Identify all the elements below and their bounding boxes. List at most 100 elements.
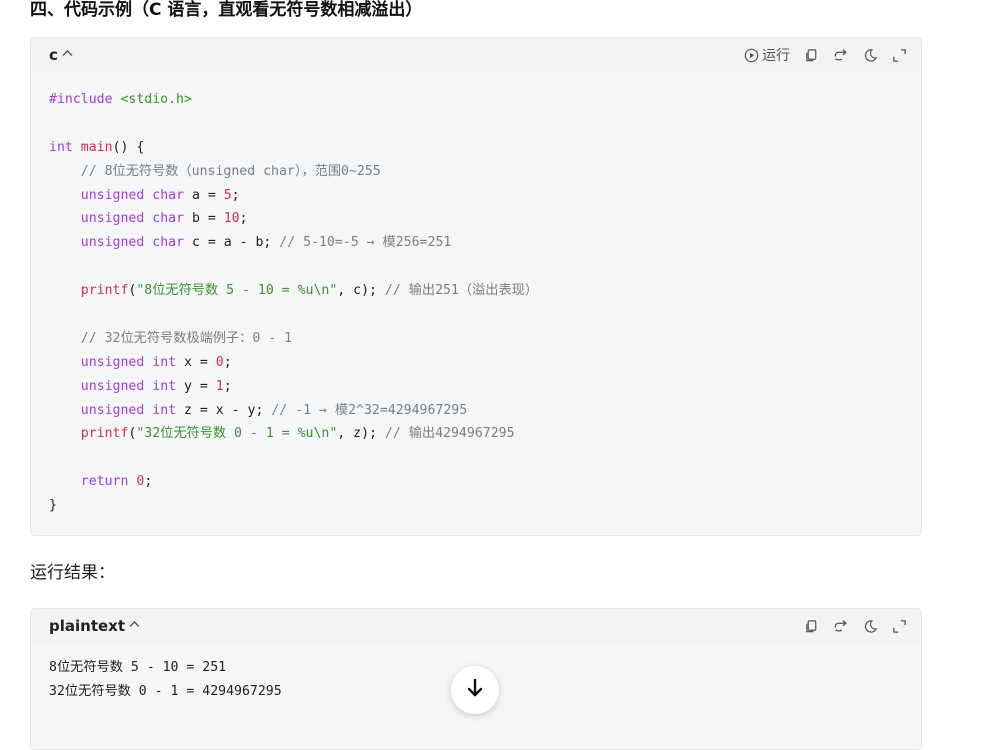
code-line: // 32位无符号数极端例子：0 - 1 [49, 327, 903, 351]
share-icon[interactable] [833, 619, 849, 634]
expand-icon[interactable] [892, 619, 907, 634]
code-block-header: c 运行 [31, 38, 921, 72]
code-token: unsigned [80, 402, 145, 418]
code-token: } [49, 498, 57, 514]
code-token: 8位无符号数 5 - 10 = 251 [49, 660, 227, 675]
theme-moon-icon[interactable] [863, 619, 878, 634]
code-token: int [152, 378, 177, 394]
language-label: c [49, 46, 58, 64]
output-block-header: plaintext [31, 609, 921, 643]
code-token: char [152, 211, 185, 227]
code-token: unsigned [80, 187, 145, 203]
code-token: unsigned [80, 235, 145, 251]
code-line: unsigned char a = 5; [49, 184, 903, 208]
language-label: plaintext [49, 617, 126, 635]
code-token: ; [223, 378, 232, 394]
run-button[interactable]: 运行 [744, 45, 790, 65]
code-line: // 8位无符号数（unsigned char），范围0~255 [49, 160, 903, 184]
language-toggle[interactable]: c [49, 38, 73, 72]
code-token: 5 [223, 187, 232, 203]
code-token: 1 [215, 378, 224, 394]
result-label: 运行结果： [30, 563, 115, 583]
expand-icon[interactable] [892, 48, 907, 63]
code-line: unsigned char c = a - b; // 5-10=-5 → 模2… [49, 231, 903, 255]
code-token: int [152, 402, 177, 418]
code-token: // 5-10=-5 → 模256=251 [279, 235, 452, 251]
code-token: printf [80, 283, 129, 299]
code-token: unsigned [80, 378, 145, 394]
code-token: "32位无符号数 0 - 1 = %u\n" [136, 426, 338, 442]
chevron-up-icon [129, 609, 140, 642]
code-line: unsigned int x = 0; [49, 351, 903, 375]
code-token: int [152, 354, 177, 370]
code-token: main [80, 139, 113, 155]
code-token: char [152, 187, 185, 203]
code-line: return 0; [49, 470, 903, 494]
code-token: ; [239, 211, 248, 227]
code-token: return [80, 474, 129, 490]
code-token: printf [80, 426, 129, 442]
code-line: unsigned int z = x - y; // -1 → 模2^32=42… [49, 399, 903, 423]
language-toggle[interactable]: plaintext [49, 609, 140, 643]
code-line: int main() { [49, 136, 903, 160]
code-token: unsigned [80, 211, 145, 227]
code-toolbar: 运行 [744, 38, 907, 72]
run-label: 运行 [762, 48, 790, 64]
chevron-up-icon [62, 38, 73, 71]
code-line: ​ [49, 303, 903, 327]
play-circle-icon [744, 48, 759, 63]
code-token: 10 [223, 211, 240, 227]
scroll-to-bottom-button[interactable] [451, 666, 499, 714]
code-token: , c); [337, 283, 385, 299]
code-token: #include [49, 92, 121, 107]
code-line: unsigned char b = 10; [49, 207, 903, 231]
code-token: "8位无符号数 5 - 10 = %u\n" [136, 283, 338, 299]
code-token: 0 [215, 354, 224, 370]
theme-moon-icon[interactable] [863, 48, 878, 63]
code-token: // 输出251（溢出表现） [384, 283, 539, 299]
code-content: #include <stdio.h>​int main() { // 8位无符号… [31, 72, 921, 535]
code-line: ​ [49, 112, 903, 136]
copy-icon[interactable] [804, 619, 819, 634]
code-line: printf("8位无符号数 5 - 10 = %u\n", c); // 输出… [49, 279, 903, 303]
code-token: unsigned [80, 354, 145, 370]
code-token: a = [184, 187, 224, 203]
code-line: unsigned int y = 1; [49, 375, 903, 399]
code-line: printf("32位无符号数 0 - 1 = %u\n", z); // 输出… [49, 422, 903, 446]
code-token: () { [112, 139, 145, 155]
code-token: b = [184, 211, 224, 227]
code-token: <stdio.h> [120, 92, 192, 107]
copy-icon[interactable] [804, 48, 819, 63]
code-token: // -1 → 模2^32=4294967295 [271, 402, 468, 418]
code-token: // 32位无符号数极端例子：0 - 1 [49, 330, 293, 346]
code-token: , z); [337, 426, 385, 442]
code-token: char [152, 235, 185, 251]
code-token: c = a - b; [184, 235, 280, 251]
code-token: ; [223, 354, 232, 370]
share-icon[interactable] [833, 48, 849, 63]
code-token: // 输出4294967295 [384, 426, 515, 442]
arrow-down-icon [466, 678, 484, 702]
code-token: int [49, 139, 73, 155]
code-line: #include <stdio.h> [49, 88, 903, 112]
code-line: ​ [49, 446, 903, 470]
code-token: // 8位无符号数（unsigned char），范围0~255 [49, 163, 381, 179]
code-token: 32位无符号数 0 - 1 = 4294967295 [49, 683, 282, 699]
code-token: ; [231, 187, 240, 203]
code-token: x = [176, 354, 216, 370]
code-line: ​ [49, 255, 903, 279]
code-block-c: c 运行 #include <stdio.h> int main() {// … [30, 37, 922, 536]
output-toolbar [804, 609, 907, 643]
code-line: } [49, 494, 903, 518]
code-token: z = x - y; [176, 402, 272, 418]
